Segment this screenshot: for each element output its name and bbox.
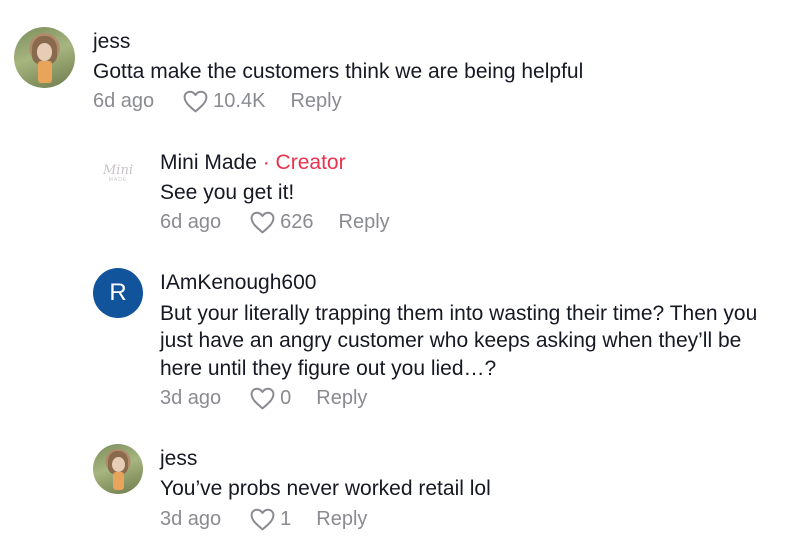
- comment-text-line: just have an angry customer who keeps as…: [160, 329, 742, 352]
- comment-author[interactable]: Mini Made · Creator: [160, 151, 346, 175]
- like-count: 10.4K: [213, 89, 266, 112]
- reply-button[interactable]: Reply: [290, 90, 341, 113]
- like-button[interactable]: 0: [249, 386, 291, 410]
- heart-icon: [250, 387, 275, 410]
- creator-badge: · Creator: [262, 151, 346, 174]
- comment-author[interactable]: IAmKenough600: [160, 271, 316, 295]
- comment-time: 3d ago: [160, 507, 222, 530]
- like-button[interactable]: 10.4K: [182, 89, 265, 113]
- like-count: 626: [280, 210, 314, 233]
- creator-avatar[interactable]: Mini MADE: [93, 149, 143, 199]
- heart-icon: [250, 508, 275, 531]
- comment-text: Gotta make the customers think we are be…: [93, 60, 584, 83]
- user-avatar[interactable]: R: [93, 268, 143, 318]
- comment-meta: 3d ago 1 Reply: [160, 507, 367, 531]
- comment-meta: 3d ago 0 Reply: [160, 386, 367, 410]
- user-avatar[interactable]: [93, 444, 143, 494]
- like-count: 0: [280, 386, 292, 409]
- author-name[interactable]: Mini Made: [160, 151, 257, 174]
- heart-icon: [183, 90, 208, 113]
- comment-text: You’ve probs never worked retail lol: [160, 477, 491, 500]
- comment-meta: 6d ago 10.4K Reply: [93, 89, 342, 113]
- comment-author[interactable]: jess: [93, 30, 130, 54]
- comment-author[interactable]: jess: [160, 447, 197, 471]
- comment-time: 3d ago: [160, 386, 222, 409]
- like-button[interactable]: 626: [249, 210, 314, 234]
- comment-meta: 6d ago 626 Reply: [160, 210, 390, 234]
- reply-button[interactable]: Reply: [316, 508, 367, 531]
- comment-text-line: here until they figure out you lied…?: [160, 357, 497, 380]
- comment-time: 6d ago: [93, 89, 155, 112]
- reply-button[interactable]: Reply: [316, 387, 367, 410]
- user-avatar[interactable]: [14, 27, 75, 88]
- comment-text: See you get it!: [160, 181, 295, 204]
- reply-button[interactable]: Reply: [339, 211, 390, 234]
- comment-time: 6d ago: [160, 210, 222, 233]
- comment-text-line: But your literally trapping them into wa…: [160, 302, 758, 325]
- heart-icon: [250, 211, 275, 234]
- avatar-letter: R: [109, 279, 127, 306]
- like-button[interactable]: 1: [249, 507, 291, 531]
- like-count: 1: [280, 507, 292, 530]
